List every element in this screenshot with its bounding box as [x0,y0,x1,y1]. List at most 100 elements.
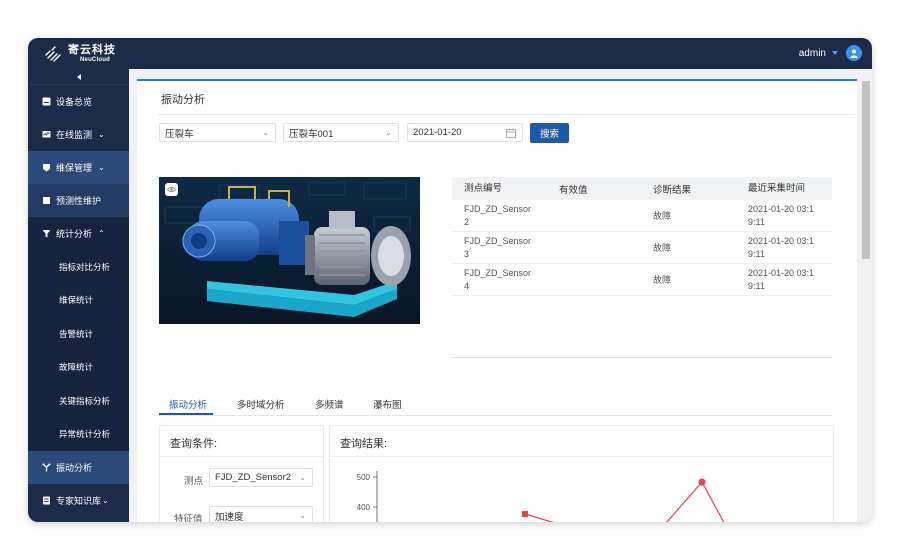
sidebar-item-alarm-stats[interactable]: 告警统计 [28,317,129,351]
vibration-icon [42,463,51,472]
y-tick-label: 400 [357,503,371,512]
sensor-id: FJD_ZD_Sensor 3 [464,235,532,259]
series-line [522,478,725,522]
sidebar-item-label: 预测性维护 [56,196,102,206]
sensor-id: FJD_ZD_Sensor 2 [464,203,532,227]
chevron-down-icon: ⌄ [299,473,306,482]
sidebar-item-label: 关键指标分析 [59,395,111,406]
chevron-down-icon: ⌄ [98,163,105,172]
brand-name-en: NeuCloud [80,57,110,63]
sidebar-item-predictive[interactable]: 预测性维护 [28,184,129,217]
sidebar-item-vibration[interactable]: 振动分析 [28,451,129,484]
tab-vibration-analysis[interactable]: 振动分析 [169,397,207,411]
sidebar-item-statistics[interactable]: 统计分析 ⌃ [28,217,129,250]
series-segment [666,480,725,522]
column-header: 诊断结果 [653,184,692,196]
sidebar-item-label: 振动分析 [56,463,93,473]
result-title: 查询结果: [340,438,388,450]
column-header: 有效值 [559,184,588,196]
device-select[interactable]: 压裂车001 ⌄ [283,123,399,142]
neucloud-logo-icon [45,46,61,62]
user-menu[interactable]: admin [799,45,862,61]
maintenance-icon [43,164,50,172]
feature-value: 加速度 [215,511,244,523]
compressor-illustration [159,177,420,324]
data-point [698,478,706,486]
app-window: 寄云科技 NeuCloud admin 设备总览 在线监测 ⌄ 维保管理 ⌄ 预… [28,38,872,522]
user-icon [850,49,858,58]
sidebar-item-online-monitor[interactable]: 在线监测 ⌄ [28,118,129,151]
table-row[interactable]: FJD_ZD_Sensor 4 故障 2021-01-20 03:1 9:11 [452,264,832,296]
filter-icon [42,230,51,238]
sensor-id: FJD_ZD_Sensor 4 [464,267,532,291]
sidebar-item-label: 维保统计 [59,295,94,306]
sidebar-rail [129,69,137,522]
search-button[interactable]: 搜索 [530,123,569,143]
caret-down-icon [832,51,838,55]
sidebar-item-knowledge[interactable]: 专家知识库 ⌄ [28,484,129,517]
feature-select[interactable]: 加速度 ⌄ [209,506,313,522]
brand-name: 寄云科技 [68,44,116,56]
point-select[interactable]: FJD_ZD_Sensor2 ⌄ [209,468,313,487]
device-value: 压裂车001 [289,128,334,140]
sidebar-item-label: 告警统计 [59,328,94,339]
dashboard-icon [42,97,51,106]
avatar[interactable] [846,45,862,61]
chevron-down-icon: ⌄ [102,496,109,505]
table-header: 测点编号 有效值 诊断结果 最近采集时间 [452,177,832,200]
panel-divider [160,456,323,457]
diagnosis-result: 故障 [653,243,672,253]
date-value: 2021-01-20 [413,127,462,138]
tab-waterfall[interactable]: 瀑布图 [373,397,402,411]
collapse-left-icon [76,73,81,80]
table-row[interactable]: FJD_ZD_Sensor 2 故障 2021-01-20 03:1 9:11 [452,200,832,232]
sidebar-item-fault-stats[interactable]: 故障统计 [28,350,129,384]
view-icon-button[interactable] [165,183,178,196]
main-content: 振动分析 压裂车 ⌄ 压裂车001 ⌄ 2021-01-20 搜索 测点编号 有… [137,79,857,522]
result-panel: 查询结果: 500 400 [329,425,834,522]
feature-label: 特征值 [174,514,203,522]
y-tick-label: 500 [357,473,371,482]
tab-multi-time-domain[interactable]: 多时域分析 [237,397,285,411]
vibration-chart: 500 400 [357,471,725,522]
sidebar-item-label: 设备总览 [56,97,93,107]
table-row[interactable]: FJD_ZD_Sensor 3 故障 2021-01-20 03:1 9:11 [452,232,832,264]
page-scrollbar[interactable] [860,69,872,522]
username: admin [798,47,826,59]
brand-logo[interactable]: 寄云科技 NeuCloud [44,45,116,63]
query-title: 查询条件: [170,438,218,450]
last-collect-time: 2021-01-20 03:1 9:11 [748,203,815,227]
table-divider [452,357,832,358]
sidebar-item-key-indicator[interactable]: 关键指标分析 [28,384,129,418]
page-title: 振动分析 [161,94,205,106]
sidebar-item-label: 统计分析 [56,229,93,239]
device-type-select[interactable]: 压裂车 ⌄ [159,123,276,142]
diagnosis-result: 故障 [653,275,672,285]
analysis-tabs: 振动分析 多时域分析 多频谱 瀑布图 [159,397,832,416]
monitor-icon [42,131,51,138]
last-collect-time: 2021-01-20 03:1 9:11 [748,267,815,291]
sidebar-item-indicator-compare[interactable]: 指标对比分析 [28,250,129,284]
sidebar-item-label: 指标对比分析 [59,261,111,272]
device-type-value: 压裂车 [165,128,194,140]
query-panel: 查询条件: 测点 FJD_ZD_Sensor2 ⌄ 特征值 加速度 ⌄ [159,425,324,522]
column-header: 测点编号 [464,183,503,194]
sidebar-item-maintenance[interactable]: 维保管理 ⌄ [28,151,129,184]
chevron-down-icon: ⌄ [299,511,306,520]
column-header: 最近采集时间 [748,183,806,194]
sidebar-item-device-overview[interactable]: 设备总览 [28,85,129,118]
date-picker[interactable]: 2021-01-20 [407,123,523,142]
sidebar-item-maintenance-stats[interactable]: 维保统计 [28,283,129,317]
equipment-image [159,177,420,324]
data-point [522,511,528,517]
tab-multi-spectrum[interactable]: 多频谱 [315,397,344,411]
knowledge-icon [43,496,50,505]
sidebar-item-label: 在线监测 [56,130,93,140]
sidebar-item-label: 故障统计 [59,362,94,373]
eye-icon [167,186,176,193]
sidebar-collapse-button[interactable] [28,69,129,85]
scrollbar-thumb[interactable] [862,81,870,259]
title-divider [158,114,855,115]
sidebar-item-anomaly-stats[interactable]: 异常统计分析 [28,417,129,451]
predict-icon [43,197,50,204]
